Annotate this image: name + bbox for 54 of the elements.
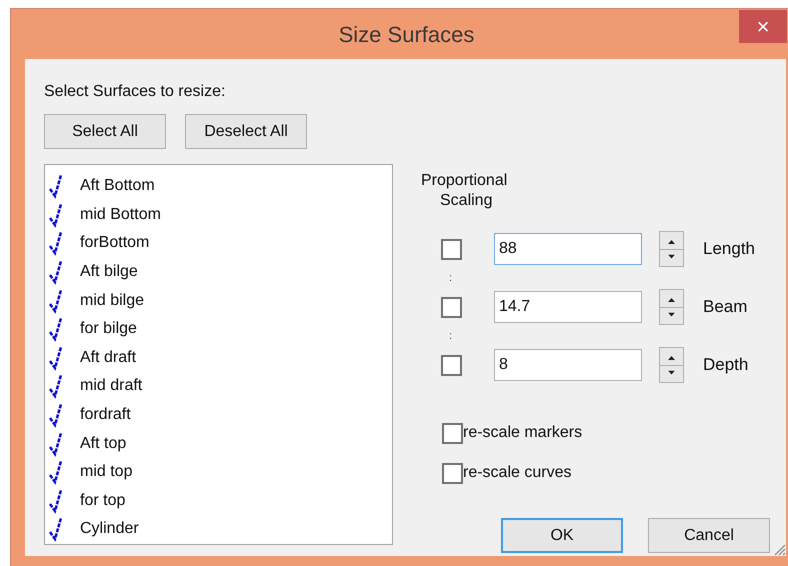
number-field[interactable]: 8 — [494, 349, 642, 381]
checkmark-icon[interactable] — [48, 230, 64, 256]
surfaces-label: Select Surfaces to resize: — [44, 82, 226, 102]
checkmark-icon[interactable] — [48, 288, 64, 314]
spinner-control[interactable] — [659, 347, 684, 383]
number-field[interactable]: 88 — [494, 233, 642, 265]
checkbox[interactable] — [441, 354, 462, 376]
spinner-control[interactable] — [659, 231, 684, 267]
surface-item[interactable]: mid top — [80, 460, 132, 484]
checkbox[interactable] — [442, 462, 463, 484]
spinner-control[interactable] — [659, 289, 684, 325]
surface-item[interactable]: for top — [80, 488, 126, 513]
proportional-label: Proportional — [421, 171, 508, 191]
window-title: Size Surfaces — [338, 20, 474, 48]
scaling-label: Scaling — [440, 191, 492, 211]
checkbox[interactable] — [441, 238, 462, 260]
checkbox[interactable] — [441, 296, 462, 318]
dialog-button[interactable]: OK — [501, 518, 623, 553]
dimension-label: Length — [703, 238, 755, 260]
checkmark-icon[interactable] — [48, 402, 64, 428]
number-field[interactable]: 14.7 — [494, 291, 642, 323]
checkmark-icon[interactable] — [48, 516, 64, 542]
resize-grip-icon[interactable] — [772, 542, 786, 556]
option-label[interactable]: re-scale curves — [463, 461, 572, 485]
surface-item[interactable]: mid Bottom — [80, 202, 161, 227]
surface-item[interactable]: Aft draft — [80, 346, 136, 370]
checkmark-icon[interactable] — [48, 373, 64, 400]
surface-item[interactable]: mid bilge — [80, 288, 144, 313]
checkmark-icon[interactable] — [48, 202, 64, 228]
checkbox[interactable] — [442, 422, 463, 444]
surface-item[interactable]: Cylinder — [80, 517, 139, 542]
dimension-label: Beam — [703, 296, 748, 318]
checkmark-icon[interactable] — [48, 316, 64, 342]
list-button[interactable]: Select All — [44, 114, 166, 149]
dialog-button[interactable]: Cancel — [648, 518, 770, 553]
checkmark-icon[interactable] — [48, 259, 64, 286]
checkmark-icon[interactable] — [48, 488, 64, 514]
checkmark-icon[interactable] — [48, 344, 64, 371]
surface-item[interactable]: Aft bilge — [80, 260, 138, 284]
list-button[interactable]: Deselect All — [185, 114, 307, 149]
surface-item[interactable]: forBottom — [80, 231, 150, 256]
surface-item[interactable]: fordraft — [80, 403, 131, 428]
separator-mark: : — [449, 272, 452, 284]
surface-item[interactable]: for bilge — [80, 317, 137, 342]
dimension-label: Depth — [703, 354, 748, 376]
surface-item[interactable]: mid draft — [80, 374, 142, 398]
separator-mark: : — [449, 330, 452, 342]
checkmark-icon[interactable] — [48, 459, 64, 486]
close-button[interactable]: × — [739, 10, 787, 43]
checkmark-icon[interactable] — [48, 430, 64, 457]
checkmark-icon[interactable] — [48, 173, 64, 200]
surface-item[interactable]: Aft top — [80, 432, 126, 456]
surface-item[interactable]: Aft Bottom — [80, 174, 155, 198]
option-label[interactable]: re-scale markers — [463, 421, 582, 445]
